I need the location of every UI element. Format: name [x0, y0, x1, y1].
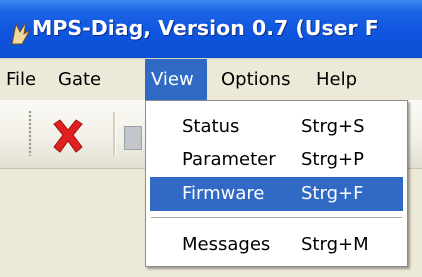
menu-options[interactable]: Options — [215, 59, 296, 100]
window-title: MPS-Diag, Version 0.7 (User F — [32, 16, 379, 40]
menu-item-shortcut: Strg+F — [301, 183, 364, 204]
menu-separator — [151, 217, 402, 219]
view-menu-dropdown: Status Strg+S Parameter Strg+P Firmware … — [145, 100, 408, 267]
menu-gate[interactable]: Gate — [52, 59, 107, 100]
menu-item-label: Parameter — [182, 149, 276, 170]
menu-bar: File Gate View Options Help — [0, 58, 422, 101]
menu-item-label: Firmware — [182, 183, 265, 204]
title-bar: MPS-Diag, Version 0.7 (User F — [0, 0, 422, 58]
menu-item-messages[interactable]: Messages Strg+M — [150, 228, 403, 262]
menu-item-parameter[interactable]: Parameter Strg+P — [150, 143, 403, 177]
menu-help[interactable]: Help — [310, 59, 363, 100]
menu-view[interactable]: View — [145, 59, 207, 100]
menu-item-firmware[interactable]: Firmware Strg+F — [150, 177, 403, 211]
menu-file[interactable]: File — [0, 59, 42, 100]
menu-item-shortcut: Strg+P — [301, 149, 364, 170]
menu-item-label: Messages — [182, 234, 271, 255]
toolbar-separator — [113, 112, 116, 156]
toolbar-grip-icon[interactable] — [28, 110, 32, 156]
menu-item-status[interactable]: Status Strg+S — [150, 110, 403, 144]
menu-item-label: Status — [182, 116, 240, 137]
document-icon[interactable] — [124, 126, 142, 150]
menu-item-shortcut: Strg+S — [301, 116, 365, 137]
menu-item-shortcut: Strg+M — [301, 234, 369, 255]
close-icon[interactable] — [48, 116, 88, 156]
